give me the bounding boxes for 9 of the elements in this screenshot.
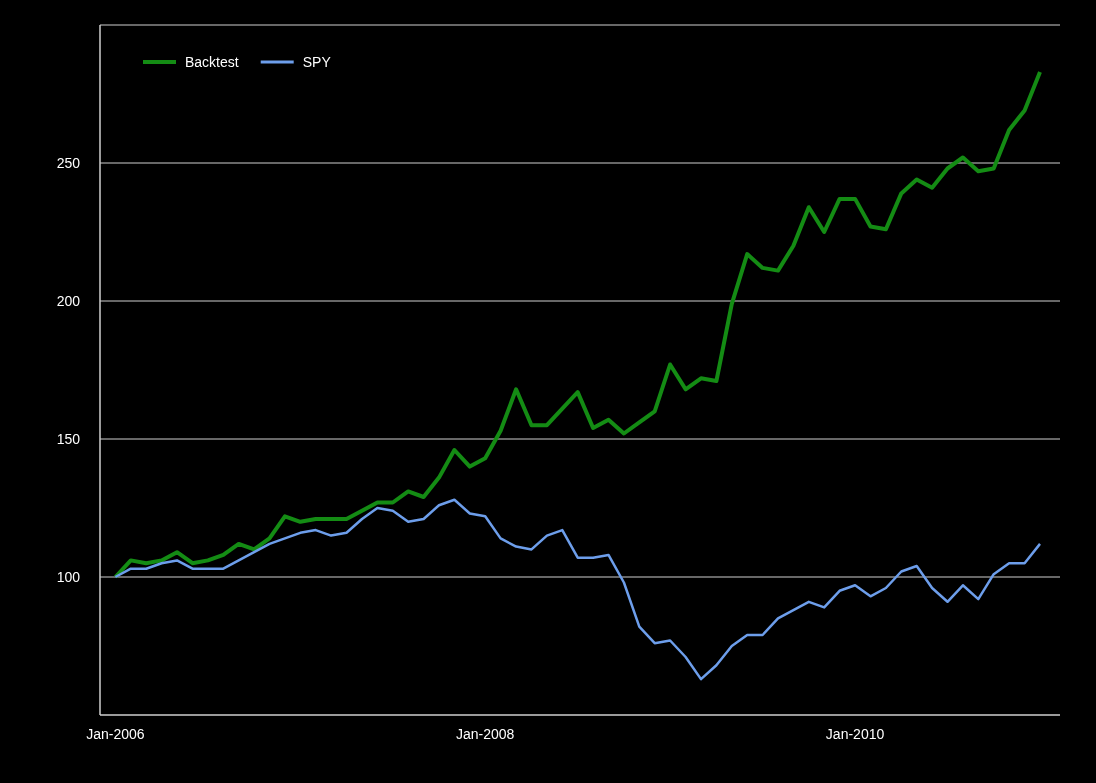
legend-label: Backtest xyxy=(185,54,239,70)
axis-tick-label: 200 xyxy=(56,293,80,309)
axis-tick-label: Jan-2010 xyxy=(825,726,885,742)
axis-tick-label: 100 xyxy=(56,569,80,585)
axis-tick-label: Jan-2008 xyxy=(456,726,515,742)
legend-label: SPY xyxy=(302,54,331,70)
axis-tick-label: 150 xyxy=(56,431,80,447)
axis-tick-label: 250 xyxy=(56,155,80,171)
axis-tick-label: Jan-2006 xyxy=(86,726,145,742)
